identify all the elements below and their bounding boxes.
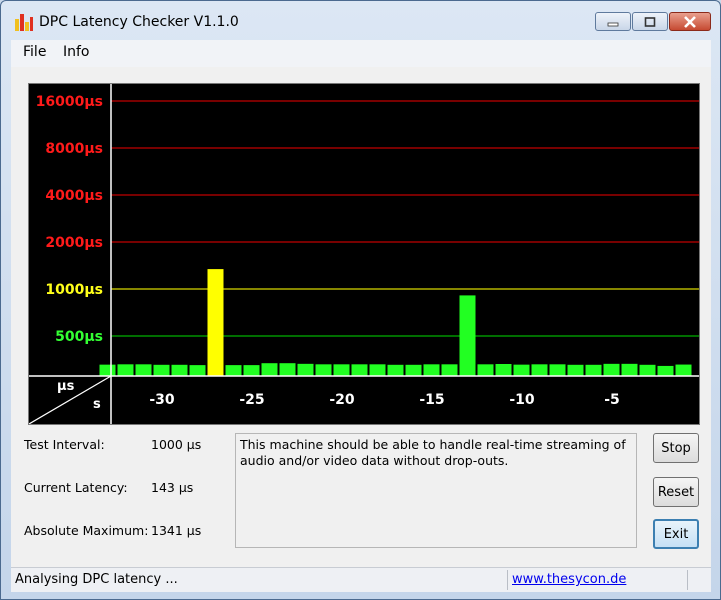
x-tick-label: -5 bbox=[604, 392, 620, 408]
latency-bar bbox=[261, 363, 278, 376]
minimize-icon bbox=[607, 22, 619, 26]
x-tick-label: -20 bbox=[329, 392, 355, 408]
x-tick-label: -15 bbox=[419, 392, 444, 408]
latency-bar bbox=[225, 365, 242, 376]
x-tick-label: -10 bbox=[509, 392, 535, 408]
current-latency-label: Current Latency: bbox=[24, 480, 128, 495]
y-tick-label: 8000µs bbox=[45, 141, 103, 157]
close-button[interactable] bbox=[669, 12, 711, 31]
y-tick-label: 1000µs bbox=[45, 282, 103, 298]
latency-bar bbox=[315, 364, 332, 376]
latency-bar bbox=[153, 364, 170, 376]
latency-bar bbox=[459, 295, 476, 376]
menu-info[interactable]: Info bbox=[63, 44, 90, 60]
latency-bar bbox=[333, 364, 350, 376]
website-link[interactable]: www.thesycon.de bbox=[512, 572, 626, 587]
latency-bar bbox=[405, 364, 422, 376]
latency-bar bbox=[513, 364, 530, 376]
exit-button[interactable]: Exit bbox=[653, 519, 699, 549]
latency-bar bbox=[135, 364, 152, 376]
status-bar: Analysing DPC latency ... www.thesycon.d… bbox=[11, 567, 711, 592]
latency-bar bbox=[369, 364, 386, 376]
latency-bar bbox=[639, 364, 656, 376]
latency-bar bbox=[171, 364, 188, 376]
latency-bar bbox=[243, 365, 260, 376]
latency-bar bbox=[585, 364, 602, 376]
latency-bar bbox=[567, 364, 584, 376]
menu-bar: File Info bbox=[11, 40, 711, 68]
reset-button[interactable]: Reset bbox=[653, 477, 699, 507]
y-tick-label: 4000µs bbox=[45, 188, 103, 204]
app-window: DPC Latency Checker V1.1.0 File Info 160… bbox=[0, 0, 721, 600]
y-tick-label: 2000µs bbox=[45, 235, 103, 251]
minimize-button[interactable] bbox=[595, 12, 631, 31]
latency-bar bbox=[99, 364, 116, 376]
title-bar[interactable]: DPC Latency Checker V1.1.0 bbox=[1, 1, 720, 39]
maximize-icon bbox=[644, 16, 656, 27]
latency-bar bbox=[279, 363, 296, 376]
latency-bar bbox=[621, 363, 638, 376]
client-area: 16000µs 8000µs 4000µs 2000µs 1000µs 500µs -30… bbox=[11, 67, 711, 567]
x-tick-label: -30 bbox=[149, 392, 175, 408]
y-tick-label: 500µs bbox=[55, 329, 103, 345]
latency-bar bbox=[297, 363, 314, 376]
test-interval-value: 1000 µs bbox=[151, 437, 202, 452]
latency-bar bbox=[351, 364, 368, 376]
latency-bar bbox=[441, 364, 458, 376]
absolute-maximum-label: Absolute Maximum: bbox=[24, 523, 149, 538]
stop-button[interactable]: Stop bbox=[653, 433, 699, 463]
corner-unit-us: µs bbox=[57, 379, 75, 394]
status-separator-2 bbox=[687, 570, 688, 590]
latency-bar bbox=[477, 364, 494, 376]
latency-bar bbox=[675, 364, 692, 376]
menu-file[interactable]: File bbox=[23, 44, 46, 60]
y-tick-label: 16000µs bbox=[36, 94, 103, 110]
latency-bar bbox=[189, 365, 206, 376]
latency-bar bbox=[657, 365, 674, 376]
maximize-button[interactable] bbox=[632, 12, 668, 31]
absolute-maximum-value: 1341 µs bbox=[151, 523, 202, 538]
latency-graph-svg: 16000µs 8000µs 4000µs 2000µs 1000µs 500µs -30… bbox=[29, 84, 699, 424]
latency-bar bbox=[531, 364, 548, 376]
latency-bar bbox=[207, 269, 224, 376]
status-message: This machine should be able to handle re… bbox=[240, 437, 626, 468]
latency-bar bbox=[423, 364, 440, 376]
latency-bar bbox=[603, 363, 620, 376]
latency-bar bbox=[117, 364, 134, 376]
test-interval-label: Test Interval: bbox=[24, 437, 105, 452]
latency-bar bbox=[549, 364, 566, 376]
latency-bar bbox=[495, 364, 512, 376]
status-separator bbox=[507, 570, 508, 590]
window-title: DPC Latency Checker V1.1.0 bbox=[39, 14, 239, 30]
x-tick-label: -25 bbox=[239, 392, 264, 408]
status-text: Analysing DPC latency ... bbox=[15, 572, 178, 587]
corner-unit-s: s bbox=[93, 397, 101, 412]
close-icon bbox=[684, 15, 696, 28]
status-message-box: This machine should be able to handle re… bbox=[235, 433, 637, 548]
latency-bar bbox=[387, 364, 404, 376]
bar-chart-app-icon bbox=[15, 14, 33, 31]
latency-graph: 16000µs 8000µs 4000µs 2000µs 1000µs 500µs -30… bbox=[28, 83, 700, 425]
current-latency-value: 143 µs bbox=[151, 480, 194, 495]
